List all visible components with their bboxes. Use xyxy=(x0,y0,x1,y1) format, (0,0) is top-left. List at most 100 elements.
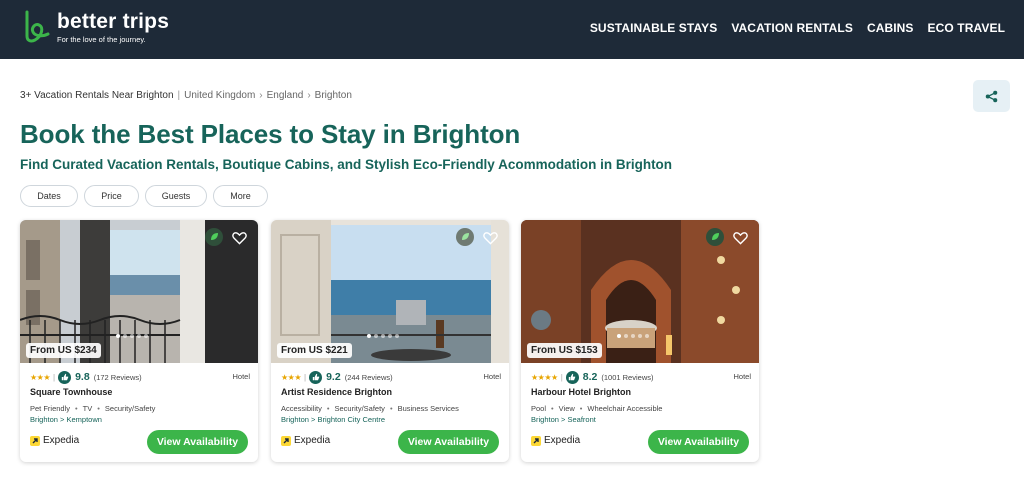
thumbs-up-icon xyxy=(58,370,72,384)
provider: Expedia xyxy=(531,435,580,446)
breadcrumb-england[interactable]: England xyxy=(267,90,304,101)
view-availability-button[interactable]: View Availability xyxy=(147,430,248,454)
brand-tagline: For the love of the journey. xyxy=(57,35,146,44)
breadcrumb-current: 3+ Vacation Rentals Near Brighton xyxy=(20,90,174,101)
listing-name[interactable]: Harbour Hotel Brighton xyxy=(531,387,751,397)
amenity: Pool xyxy=(531,404,547,413)
provider: Expedia xyxy=(281,435,330,446)
review-score: 8.2 xyxy=(582,371,598,383)
review-count[interactable]: (244 Reviews) xyxy=(345,373,393,382)
photo-carousel-dots[interactable] xyxy=(116,334,148,338)
rating-divider: | xyxy=(304,372,307,382)
provider-name: Expedia xyxy=(43,435,80,446)
carousel-dot[interactable] xyxy=(130,334,134,338)
provider: Expedia xyxy=(30,435,79,446)
carousel-dot[interactable] xyxy=(388,334,392,338)
nav-cabins[interactable]: CABINS xyxy=(867,21,914,35)
amenity: Accessibility xyxy=(281,404,322,413)
expedia-icon xyxy=(281,435,291,446)
carousel-dot[interactable] xyxy=(645,334,649,338)
favorite-heart-icon[interactable] xyxy=(229,228,249,248)
property-type: Hotel xyxy=(232,372,250,381)
rating-row: ★★★ | 9.8 (172 Reviews) xyxy=(30,370,250,384)
carousel-dot[interactable] xyxy=(624,334,628,338)
review-count[interactable]: (172 Reviews) xyxy=(94,373,142,382)
breadcrumb-brighton[interactable]: Brighton xyxy=(315,90,352,101)
amenity: Wheelchair Accessible xyxy=(575,404,662,413)
review-score: 9.8 xyxy=(75,371,90,383)
carousel-dot[interactable] xyxy=(144,334,148,338)
filter-dates[interactable]: Dates xyxy=(20,185,78,207)
review-score: 9.2 xyxy=(326,371,341,383)
carousel-dot[interactable] xyxy=(631,334,635,338)
listing-details: ★★★ | 9.2 (244 Reviews) Hotel Artist Res… xyxy=(281,370,501,424)
filter-price[interactable]: Price xyxy=(84,185,139,207)
listing-name[interactable]: Square Townhouse xyxy=(30,387,250,397)
listing-photo-image xyxy=(20,220,258,363)
carousel-dot[interactable] xyxy=(395,334,399,338)
carousel-dot[interactable] xyxy=(116,334,120,338)
nav-sustainable-stays[interactable]: SUSTAINABLE STAYS xyxy=(590,21,718,35)
listing-photo-image xyxy=(271,220,509,363)
provider-name: Expedia xyxy=(544,435,581,446)
star-rating: ★★★★ xyxy=(531,372,558,382)
amenity: Pet Friendly xyxy=(30,404,71,413)
carousel-dot[interactable] xyxy=(137,334,141,338)
nav-eco-travel[interactable]: ECO TRAVEL xyxy=(928,21,1005,35)
favorite-heart-icon[interactable] xyxy=(480,228,500,248)
eco-leaf-icon xyxy=(706,228,724,246)
listing-card[interactable]: From US $221 ★★★ | 9.2 (244 Reviews) Hot… xyxy=(271,220,509,462)
page-title: Book the Best Places to Stay in Brighton xyxy=(20,119,521,149)
amenities-list: Pool View Wheelchair Accessible xyxy=(531,404,751,413)
price-tag: From US $221 xyxy=(277,343,352,358)
star-rating: ★★★ xyxy=(281,372,302,382)
brand-logo[interactable]: better trips For the love of the journey… xyxy=(20,10,169,44)
listing-location[interactable]: Brighton > Brighton City Centre xyxy=(281,415,501,424)
amenities-list: Accessibility Security/Safety Business S… xyxy=(281,404,501,413)
listing-name[interactable]: Artist Residence Brighton xyxy=(281,387,501,397)
view-availability-button[interactable]: View Availability xyxy=(648,430,749,454)
listing-location[interactable]: Brighton > Seafront xyxy=(531,415,751,424)
review-count[interactable]: (1001 Reviews) xyxy=(601,373,653,382)
price-tag: From US $153 xyxy=(527,343,602,358)
carousel-dot[interactable] xyxy=(638,334,642,338)
listing-location[interactable]: Brighton > Kemptown xyxy=(30,415,250,424)
listing-photo[interactable]: From US $221 xyxy=(271,220,509,363)
brand-logo-icon xyxy=(25,10,50,43)
breadcrumb: 3+ Vacation Rentals Near Brighton | Unit… xyxy=(20,90,352,101)
listing-card[interactable]: From US $234 ★★★ | 9.8 (172 Reviews) Hot… xyxy=(20,220,258,462)
carousel-dot[interactable] xyxy=(123,334,127,338)
carousel-dot[interactable] xyxy=(381,334,385,338)
brand-name: better trips xyxy=(57,10,170,33)
breadcrumb-united-kingdom[interactable]: United Kingdom xyxy=(184,90,255,101)
listing-details: ★★★★ | 8.2 (1001 Reviews) Hotel Harbour … xyxy=(531,370,751,424)
expedia-icon xyxy=(531,435,541,446)
amenity: Security/Safety xyxy=(92,404,155,413)
chevron-right-icon: › xyxy=(307,90,311,101)
eco-leaf-icon xyxy=(456,228,474,246)
amenity: Business Services xyxy=(385,404,459,413)
nav-vacation-rentals[interactable]: VACATION RENTALS xyxy=(731,21,853,35)
carousel-dot[interactable] xyxy=(367,334,371,338)
listing-photo[interactable]: From US $234 xyxy=(20,220,258,363)
photo-carousel-dots[interactable] xyxy=(367,334,399,338)
listing-photo[interactable]: From US $153 xyxy=(521,220,759,363)
listing-details: ★★★ | 9.8 (172 Reviews) Hotel Square Tow… xyxy=(30,370,250,424)
amenity: Security/Safety xyxy=(322,404,384,413)
carousel-dot[interactable] xyxy=(374,334,378,338)
share-button[interactable] xyxy=(973,80,1010,112)
listing-photo-image xyxy=(521,220,759,363)
filter-guests[interactable]: Guests xyxy=(145,185,207,207)
filter-more[interactable]: More xyxy=(213,185,268,207)
rating-row: ★★★ | 9.2 (244 Reviews) xyxy=(281,370,501,384)
chevron-right-icon: › xyxy=(259,90,263,101)
favorite-heart-icon[interactable] xyxy=(730,228,750,248)
site-header: better trips For the love of the journey… xyxy=(0,0,1024,59)
view-availability-button[interactable]: View Availability xyxy=(398,430,499,454)
thumbs-up-icon xyxy=(309,370,323,384)
main-nav: SUSTAINABLE STAYS VACATION RENTALS CABIN… xyxy=(590,21,1005,35)
carousel-dot[interactable] xyxy=(617,334,621,338)
star-rating: ★★★ xyxy=(30,372,51,382)
photo-carousel-dots[interactable] xyxy=(617,334,649,338)
listing-card[interactable]: From US $153 ★★★★ | 8.2 (1001 Reviews) H… xyxy=(521,220,759,462)
